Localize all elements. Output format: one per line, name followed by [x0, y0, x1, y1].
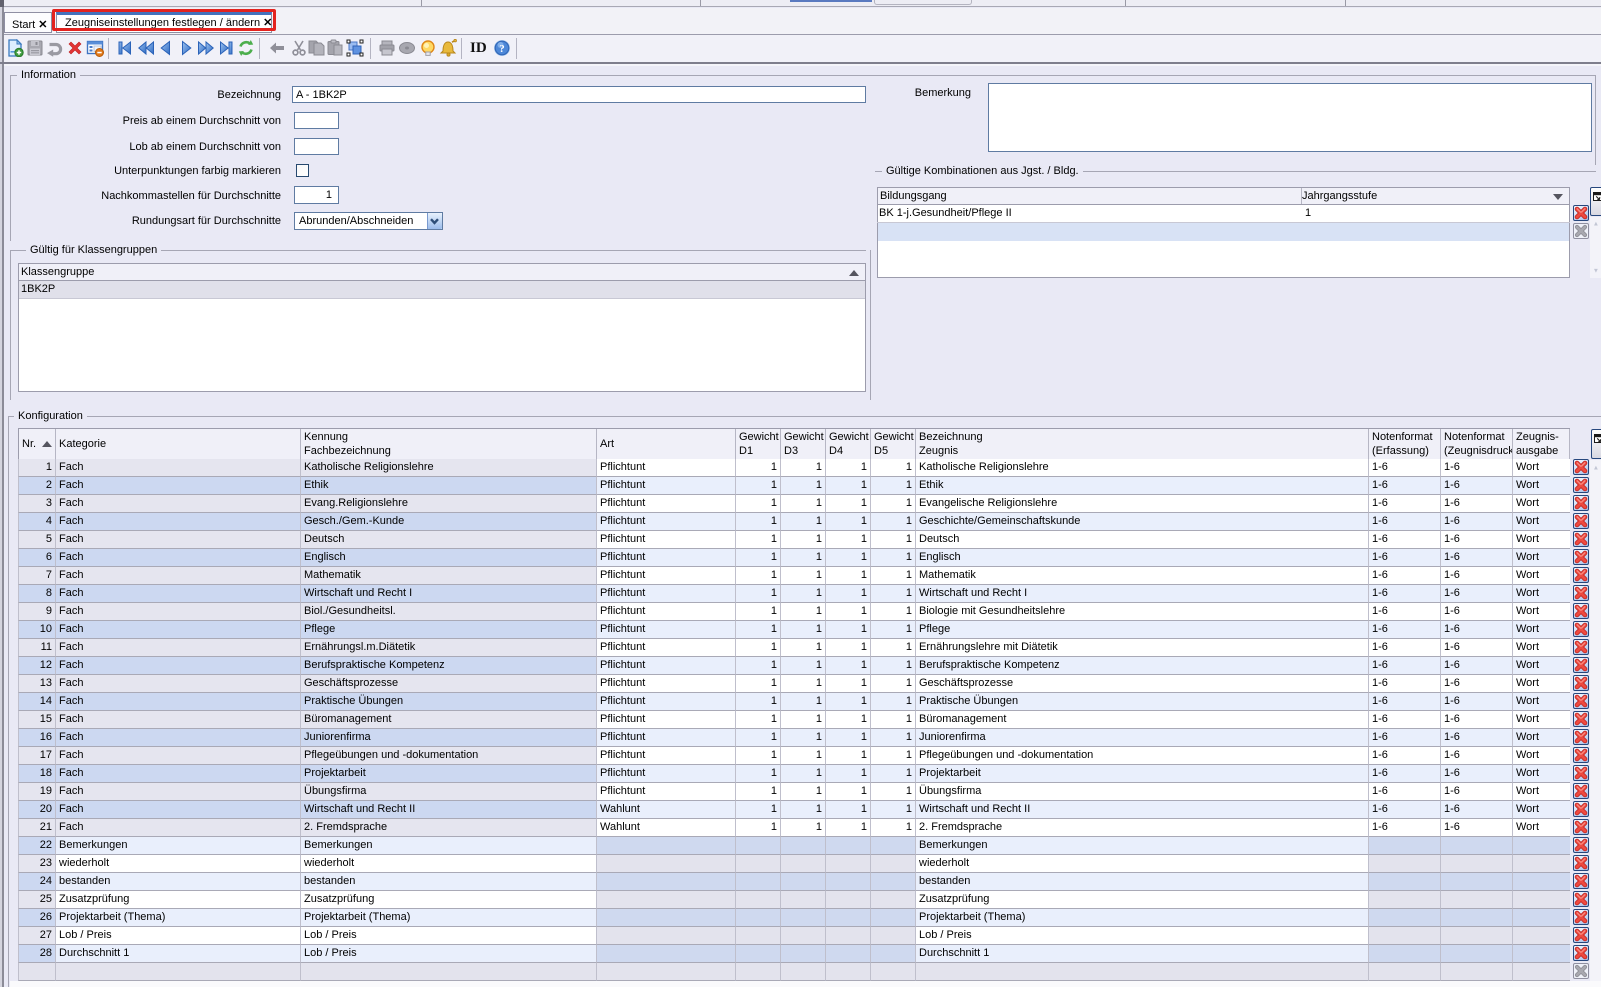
svg-text:?: ? [499, 43, 505, 55]
